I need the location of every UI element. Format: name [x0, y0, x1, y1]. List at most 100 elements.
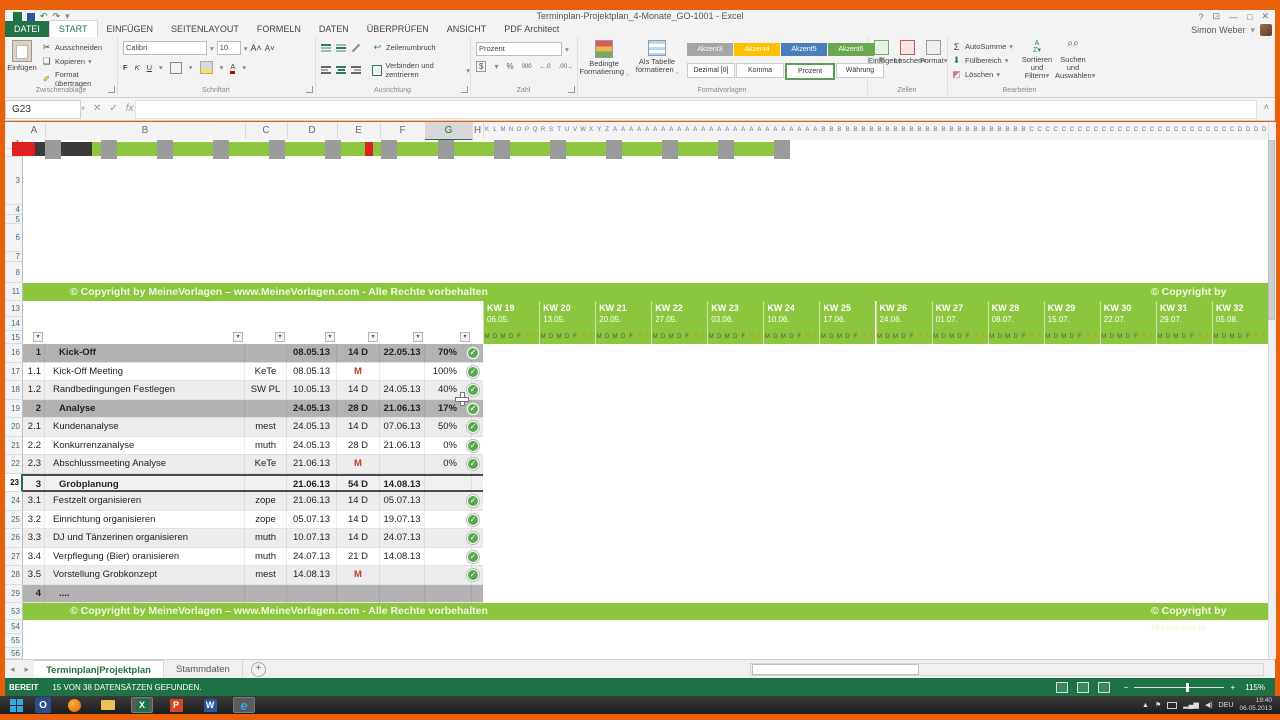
column-header-gantt[interactable]: B: [1020, 122, 1028, 139]
column-header-gantt[interactable]: D: [1260, 122, 1268, 139]
column-header-gantt[interactable]: Z: [603, 122, 611, 139]
column-header-gantt[interactable]: C: [1116, 122, 1124, 139]
column-header-gantt[interactable]: C: [1124, 122, 1132, 139]
collapse-ribbon-icon[interactable]: ˄: [1264, 102, 1269, 112]
row-header-11[interactable]: 11: [5, 283, 23, 301]
column-header-gantt[interactable]: A: [699, 122, 707, 139]
column-header-gantt[interactable]: A: [787, 122, 795, 139]
italic-button[interactable]: K: [135, 63, 140, 72]
gantt-bar-task[interactable]: [149, 142, 380, 156]
column-header-B[interactable]: B: [45, 122, 246, 139]
column-header-gantt[interactable]: Q: [531, 122, 539, 139]
column-header-E[interactable]: E: [337, 122, 381, 139]
format-painter-button[interactable]: ✐Format übertragen: [41, 70, 117, 88]
column-header-gantt[interactable]: A: [763, 122, 771, 139]
gantt-bar-milestone[interactable]: [12, 142, 35, 156]
ribbon-tab-ansicht[interactable]: ANSICHT: [438, 21, 496, 37]
column-header-gantt[interactable]: A: [811, 122, 819, 139]
table-row-22[interactable]: 2.3Abschlussmeeting AnalyseKeTe21.06.13M…: [23, 455, 483, 474]
style-akzent5[interactable]: Akzent5: [781, 43, 827, 56]
row-header-25[interactable]: 25: [5, 511, 23, 530]
copy-button[interactable]: ❏Kopieren▾: [41, 56, 92, 67]
column-header-gantt[interactable]: A: [635, 122, 643, 139]
row-header-20[interactable]: 20: [5, 418, 23, 437]
number-format-select[interactable]: Prozent▾: [476, 42, 569, 56]
autosum-button[interactable]: ΣAutoSumme▾: [951, 41, 1013, 52]
column-header-gantt[interactable]: T: [555, 122, 563, 139]
column-header-gantt[interactable]: A: [659, 122, 667, 139]
row-header-53[interactable]: 53: [5, 603, 23, 620]
column-header-gantt[interactable]: A: [779, 122, 787, 139]
column-header-gantt[interactable]: B: [948, 122, 956, 139]
formula-input[interactable]: [135, 100, 1257, 119]
column-header-A[interactable]: A: [23, 122, 46, 139]
row-header-21[interactable]: 21: [5, 437, 23, 456]
style-akzent3[interactable]: Akzent3: [687, 43, 733, 56]
user-account[interactable]: Simon Weber▾: [1191, 24, 1272, 36]
column-header-gantt[interactable]: U: [563, 122, 571, 139]
table-row-18[interactable]: 1.2Randbedingungen FestlegenSW PL10.05.1…: [23, 381, 483, 400]
alignment-dialog-launcher[interactable]: [461, 86, 468, 93]
column-header-gantt[interactable]: K: [483, 122, 491, 139]
row-header-7[interactable]: 7: [5, 252, 23, 262]
column-header-gantt[interactable]: B: [988, 122, 996, 139]
help-icon[interactable]: ?: [1198, 12, 1203, 22]
taskbar-ie-icon[interactable]: e: [233, 697, 255, 713]
column-header-gantt[interactable]: B: [940, 122, 948, 139]
new-sheet-button[interactable]: +: [251, 662, 266, 677]
column-header-gantt[interactable]: A: [675, 122, 683, 139]
column-header-gantt[interactable]: D: [1252, 122, 1260, 139]
taskbar-explorer-icon[interactable]: [97, 697, 119, 713]
sheet-tab-terminplan-projektplan[interactable]: Terminplan|Projektplan: [34, 660, 164, 680]
ribbon-tab-daten[interactable]: DATEN: [310, 21, 358, 37]
column-header-gantt[interactable]: C: [1036, 122, 1044, 139]
filter-dropdown-icon[interactable]: ▾: [325, 332, 335, 342]
find-select-button[interactable]: ⌕⌕ Suchen und Auswählen▾: [1055, 40, 1091, 80]
column-header-gantt[interactable]: A: [715, 122, 723, 139]
column-header-gantt[interactable]: B: [867, 122, 875, 139]
column-header-C[interactable]: C: [245, 122, 288, 139]
row-header-18[interactable]: 18: [5, 381, 23, 400]
row-header-17[interactable]: 17: [5, 363, 23, 382]
wrap-text-button[interactable]: ↩Zeilenumbruch: [372, 42, 436, 53]
restore-icon[interactable]: □: [1247, 12, 1252, 22]
font-name-select[interactable]: Calibri▾ 10▾ A˄A˅: [123, 41, 275, 55]
table-row-21[interactable]: 2.2Konkurrenzanalysemuth24.05.1328 D21.0…: [23, 437, 483, 456]
fill-button[interactable]: ⬇Füllbereich▾: [951, 55, 1008, 66]
column-header-gantt[interactable]: Y: [595, 122, 603, 139]
column-header-gantt[interactable]: B: [876, 122, 884, 139]
table-row-26[interactable]: 3.3DJ und Tänzerinen organisierenmuth10.…: [23, 529, 483, 548]
column-header-gantt[interactable]: B: [916, 122, 924, 139]
column-header-gantt[interactable]: C: [1204, 122, 1212, 139]
zoom-out-icon[interactable]: −: [1124, 683, 1129, 692]
bold-button[interactable]: F: [123, 63, 128, 72]
column-header-gantt[interactable]: B: [932, 122, 940, 139]
column-header-gantt[interactable]: A: [683, 122, 691, 139]
column-header-gantt[interactable]: A: [651, 122, 659, 139]
column-header-gantt[interactable]: C: [1220, 122, 1228, 139]
table-row-20[interactable]: 2.1Kundenanalysemest24.05.1314 D07.06.13…: [23, 418, 483, 437]
row-header-4[interactable]: 4: [5, 205, 23, 215]
delete-cells-button[interactable]: Löschen▾: [894, 40, 920, 65]
column-header-gantt[interactable]: B: [1012, 122, 1020, 139]
column-header-gantt[interactable]: P: [523, 122, 531, 139]
row-header-27[interactable]: 27: [5, 548, 23, 567]
row-header-29[interactable]: 29: [5, 585, 23, 604]
taskbar-powerpoint-icon[interactable]: P: [165, 697, 187, 713]
table-row-24[interactable]: 3.1Festzelt organisierenzope21.06.1314 D…: [23, 492, 483, 511]
style-komma[interactable]: Komma: [736, 63, 784, 78]
row-header-26[interactable]: 26: [5, 529, 23, 548]
column-header-gantt[interactable]: L: [491, 122, 499, 139]
fx-icon[interactable]: fx: [126, 103, 134, 114]
conditional-formatting-button[interactable]: Bedingte Formatierung ˯: [579, 40, 629, 76]
style-dezimal0[interactable]: Dezimal [0]: [687, 63, 735, 78]
increase-decimal-icon[interactable]: ←.0: [540, 64, 551, 70]
gantt-bar-task[interactable]: [636, 142, 790, 156]
ribbon-tab-seitenlayout[interactable]: SEITENLAYOUT: [162, 21, 248, 37]
sheet-nav-left-icon[interactable]: ◂: [5, 664, 20, 675]
row-header-22[interactable]: 22: [5, 455, 23, 474]
tray-expand-icon[interactable]: ▲: [1142, 702, 1149, 709]
column-header-gantt[interactable]: A: [803, 122, 811, 139]
column-header-gantt[interactable]: B: [892, 122, 900, 139]
column-header-gantt[interactable]: C: [1148, 122, 1156, 139]
